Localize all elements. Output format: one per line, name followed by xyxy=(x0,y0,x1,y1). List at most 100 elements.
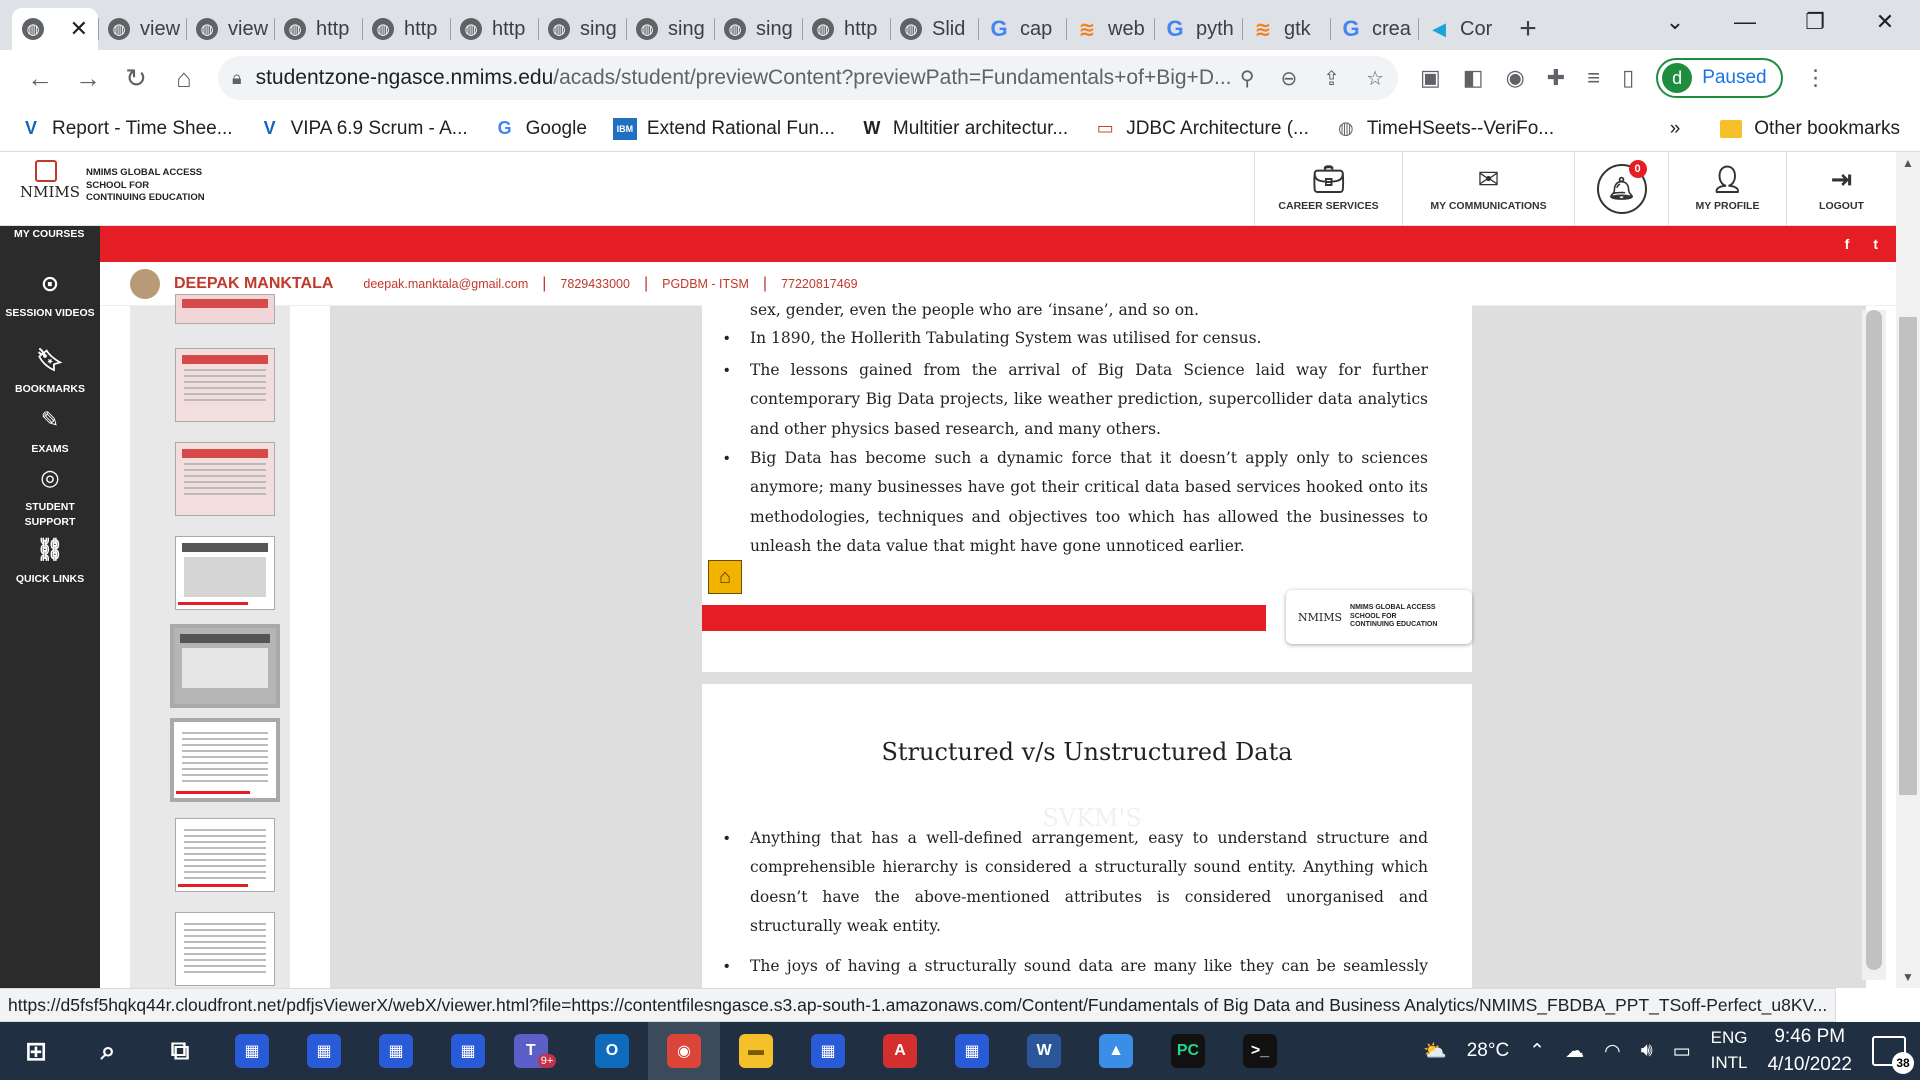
close-window-button[interactable]: ✕ xyxy=(1850,0,1920,44)
browser-tab[interactable]: ◍ sing xyxy=(626,8,714,50)
clock[interactable]: 9:46 PM 4/10/2022 xyxy=(1767,1023,1852,1078)
my-profile-link[interactable]: 👤︎ MY PROFILE xyxy=(1668,152,1786,226)
browser-tab[interactable]: ≋ web xyxy=(1066,8,1154,50)
chevron-up-icon[interactable]: ⌃ xyxy=(1529,1040,1545,1063)
browser-tab[interactable]: ◍ http xyxy=(450,8,538,50)
reload-button[interactable]: ↻ xyxy=(112,54,160,102)
taskbar-app[interactable]: ▦ xyxy=(432,1022,504,1080)
tab-search-icon[interactable]: ⌄ xyxy=(1640,0,1710,44)
share-icon[interactable]: ⇪ xyxy=(1323,66,1340,91)
menu-icon[interactable]: ⋮ xyxy=(1805,65,1827,91)
star-icon[interactable]: ☆ xyxy=(1366,66,1384,91)
notification-center-icon[interactable]: 38 xyxy=(1872,1036,1914,1074)
taskbar-app[interactable]: ▬ xyxy=(720,1022,792,1080)
slide-thumbnail[interactable] xyxy=(175,442,275,516)
home-icon[interactable]: ⌂ xyxy=(708,560,742,594)
slide-thumbnail[interactable] xyxy=(175,536,275,610)
sidepanel-icon[interactable]: ▯ xyxy=(1622,65,1634,91)
battery-icon[interactable]: ▭ xyxy=(1673,1040,1691,1063)
bookmark-item[interactable]: ▭ JDBC Architecture (... xyxy=(1094,118,1309,140)
bookmark-item[interactable]: W Multitier architectur... xyxy=(861,118,1068,140)
slide-thumbnail[interactable] xyxy=(175,294,275,324)
taskbar-app[interactable]: PC xyxy=(1152,1022,1224,1080)
home-button[interactable]: ⌂ xyxy=(160,54,208,102)
slide-thumbnail[interactable] xyxy=(175,818,275,892)
weather-temp[interactable]: 28°C xyxy=(1467,1040,1509,1062)
taskbar-app[interactable]: ▲ xyxy=(1080,1022,1152,1080)
restore-button[interactable]: ❐ xyxy=(1780,0,1850,44)
browser-tab[interactable]: ◍ view xyxy=(98,8,186,50)
language-indicator[interactable]: ENG INTL xyxy=(1711,1026,1748,1075)
browser-tab[interactable]: Gpyth xyxy=(1154,8,1242,50)
browser-tab[interactable]: ◍ http xyxy=(362,8,450,50)
page-scrollbar[interactable]: ▲ ▼ xyxy=(1896,152,1920,988)
browser-tab[interactable]: ◍ Slid xyxy=(890,8,978,50)
browser-tab[interactable]: ◍ sing xyxy=(538,8,626,50)
taskbar-app[interactable]: ⌕ xyxy=(72,1022,144,1080)
scroll-down-icon[interactable]: ▼ xyxy=(1902,970,1914,984)
exams-link[interactable]: ✎ EXAMS xyxy=(0,404,100,457)
bookmarks-more-button[interactable]: » xyxy=(1670,118,1681,140)
taskbar-app[interactable]: ▦ xyxy=(288,1022,360,1080)
twitter-icon[interactable]: t xyxy=(1873,236,1878,252)
back-button[interactable]: ← xyxy=(16,54,64,102)
browser-tab[interactable]: ◍ http xyxy=(274,8,362,50)
taskbar-app[interactable]: ▦ xyxy=(216,1022,288,1080)
taskbar-app[interactable]: ◉ xyxy=(648,1022,720,1080)
forward-button[interactable]: → xyxy=(64,54,112,102)
extension-icon[interactable]: ▣ xyxy=(1420,65,1441,91)
taskbar-app[interactable]: ▦ xyxy=(792,1022,864,1080)
browser-tab[interactable]: ≋ gtk xyxy=(1242,8,1330,50)
bookmark-item[interactable]: ◍ TimeHSeets--VeriFo... xyxy=(1335,118,1554,140)
location-icon[interactable]: ⚲ xyxy=(1240,66,1255,91)
browser-tab[interactable]: Gcap xyxy=(978,8,1066,50)
taskbar-app[interactable]: ▦ xyxy=(360,1022,432,1080)
browser-tab[interactable]: ◍ sing xyxy=(714,8,802,50)
taskbar-app[interactable]: T 9+ xyxy=(504,1022,576,1080)
minimize-button[interactable]: — xyxy=(1710,0,1780,44)
taskbar-app[interactable]: A xyxy=(864,1022,936,1080)
browser-tab[interactable]: Gcrea xyxy=(1330,8,1418,50)
taskbar-app[interactable]: ⊞ xyxy=(0,1022,72,1080)
bookmark-item[interactable]: V Report - Time Shee... xyxy=(20,118,233,140)
wifi-icon[interactable]: ◠ xyxy=(1604,1040,1621,1063)
my-communications-link[interactable]: ✉ MY COMMUNICATIONS xyxy=(1402,152,1574,226)
address-bar[interactable]: 🔒︎ studentzone-ngasce.nmims.edu /acads/s… xyxy=(218,56,1398,100)
taskbar-app[interactable]: ⧉ xyxy=(144,1022,216,1080)
notifications-button[interactable]: 🔔︎ 0 xyxy=(1574,152,1668,226)
session-videos-link[interactable]: ⊙ SESSION VIDEOS xyxy=(0,268,100,321)
taskbar-app[interactable]: O xyxy=(576,1022,648,1080)
scroll-thumb[interactable] xyxy=(1899,317,1917,795)
logout-link[interactable]: ⇥ LOGOUT xyxy=(1786,152,1896,226)
student-support-link[interactable]: ◎ STUDENT SUPPORT xyxy=(0,462,100,530)
media-icon[interactable]: ≡ xyxy=(1587,65,1600,91)
taskbar-app[interactable]: W xyxy=(1008,1022,1080,1080)
extension-icon[interactable]: ◧ xyxy=(1463,65,1484,91)
browser-tab[interactable]: ◍ ✕ xyxy=(12,8,98,50)
browser-tab[interactable]: ◍ view xyxy=(186,8,274,50)
slide-thumbnail-selected[interactable] xyxy=(170,718,280,802)
slide-thumbnail[interactable] xyxy=(175,912,275,986)
bookmark-item[interactable]: V VIPA 6.9 Scrum - A... xyxy=(259,118,468,140)
other-bookmarks-folder[interactable]: Other bookmarks xyxy=(1720,118,1900,140)
close-tab-icon[interactable]: ✕ xyxy=(70,16,88,42)
new-tab-button[interactable]: + xyxy=(1506,8,1550,50)
viewer-scrollbar[interactable] xyxy=(1862,310,1886,980)
weather-icon[interactable]: ⛅ xyxy=(1423,1039,1447,1063)
nmims-logo[interactable]: NMIMS NMIMS GLOBAL ACCESS SCHOOL FOR CON… xyxy=(20,160,205,212)
career-services-link[interactable]: 💼︎ CAREER SERVICES xyxy=(1254,152,1402,226)
zoom-icon[interactable]: ⊖ xyxy=(1281,66,1298,91)
lock-icon[interactable]: 🔒︎ xyxy=(232,68,242,89)
bookmarks-link[interactable]: 🔖︎ BOOKMARKS xyxy=(0,344,100,397)
extension-icon[interactable]: ◉ xyxy=(1506,65,1525,91)
my-courses-link[interactable]: MY COURSES xyxy=(14,228,84,240)
quick-links-link[interactable]: ⛓︎ QUICK LINKS xyxy=(0,534,100,587)
slide-thumbnail-selected[interactable] xyxy=(170,624,280,708)
browser-tab[interactable]: ◍ http xyxy=(802,8,890,50)
puzzle-icon[interactable]: ✚ xyxy=(1547,65,1565,91)
profile-button[interactable]: d Paused xyxy=(1656,58,1783,98)
volume-icon[interactable]: 🔊︎ xyxy=(1641,1040,1653,1062)
taskbar-app[interactable]: ▦ xyxy=(936,1022,1008,1080)
bookmark-item[interactable]: G Google xyxy=(494,118,587,140)
onedrive-icon[interactable]: ☁ xyxy=(1565,1040,1584,1063)
